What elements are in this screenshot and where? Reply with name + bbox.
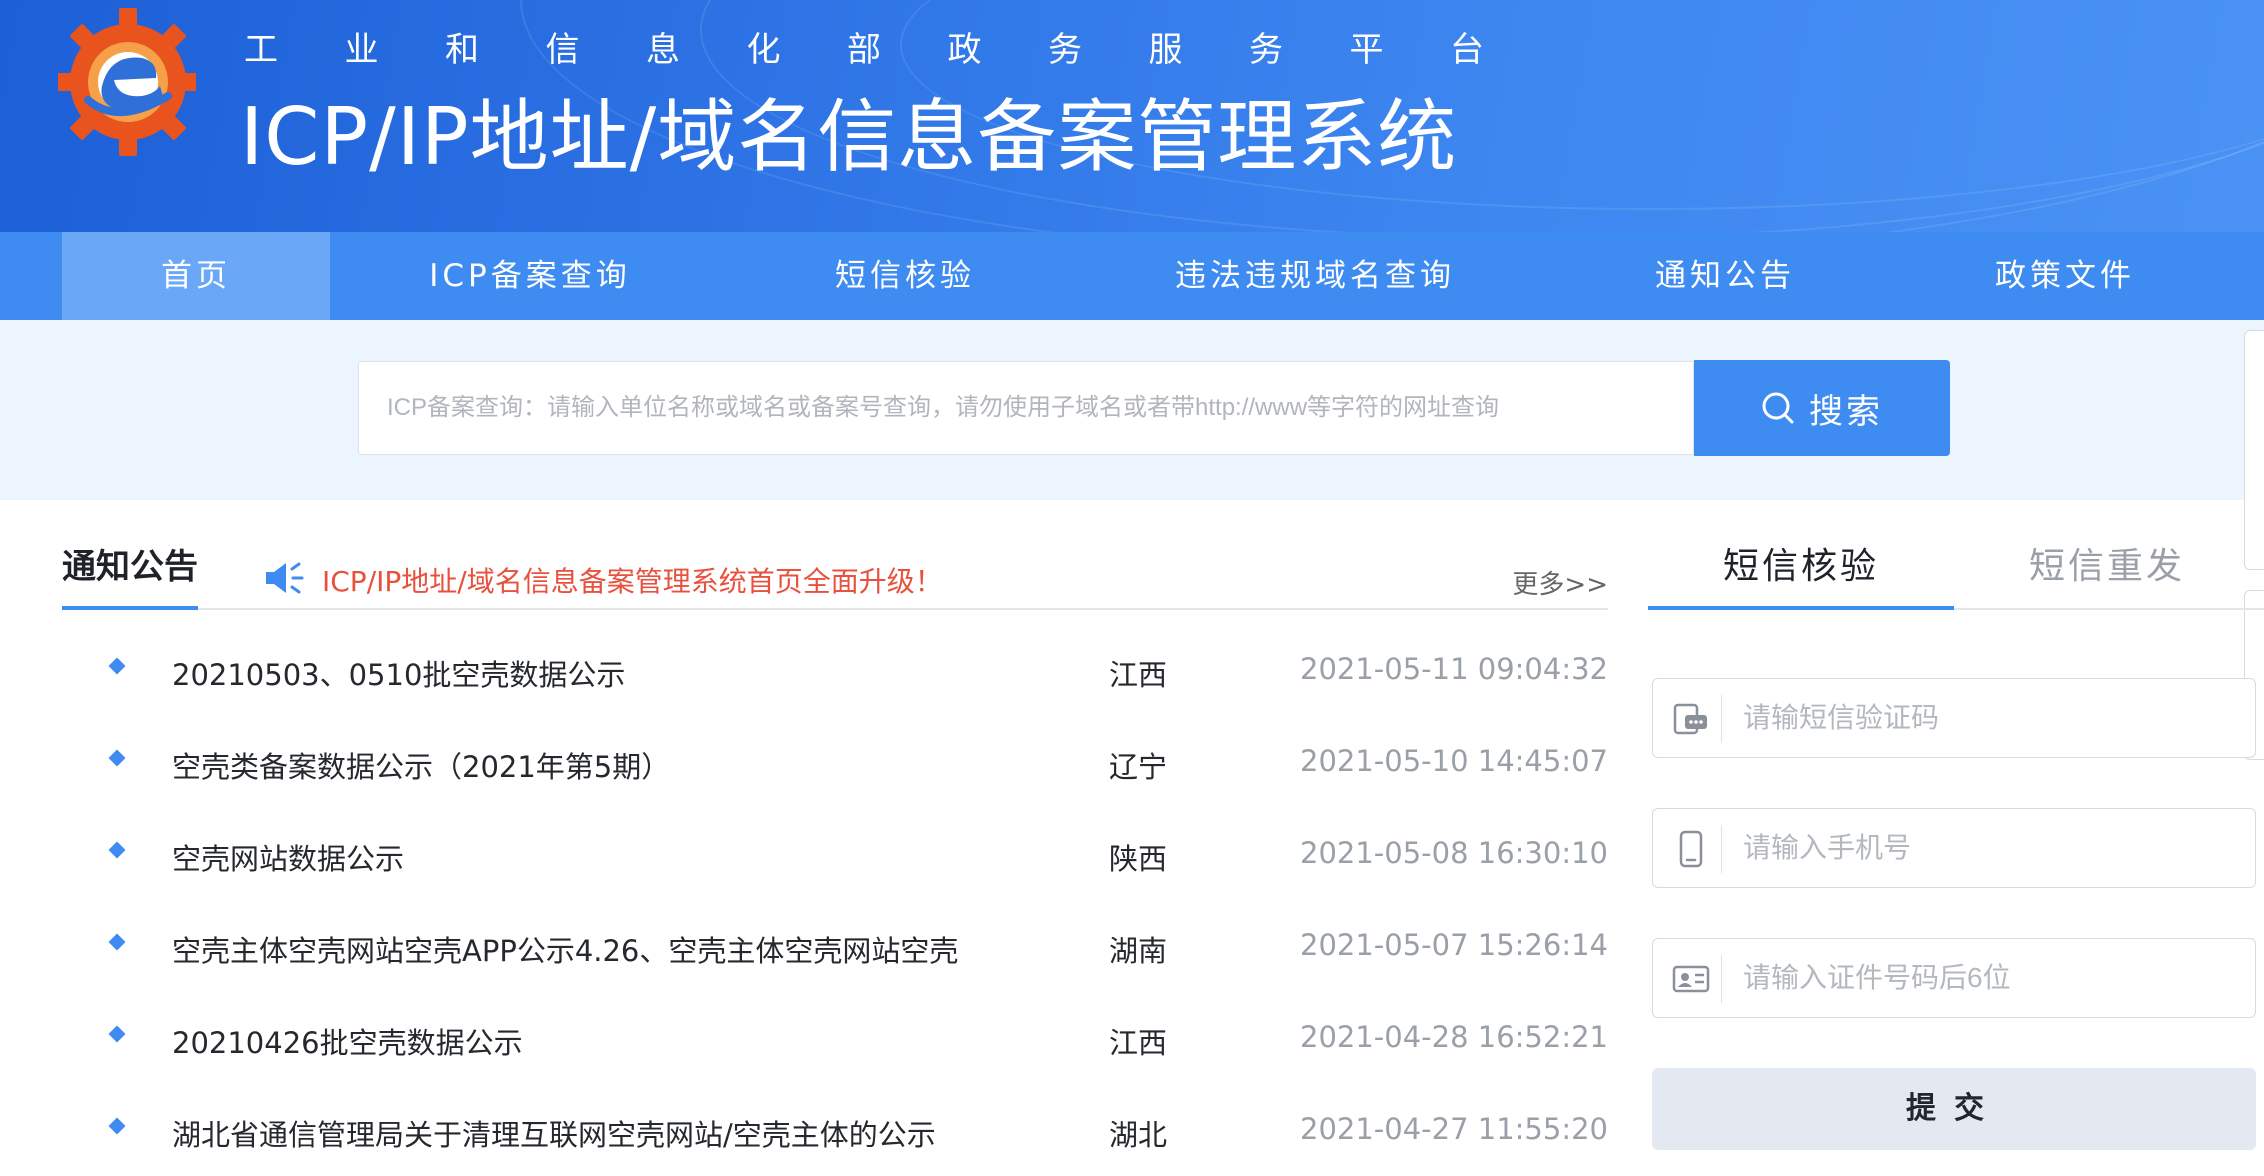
notice-row-province: 陕西 [1109, 842, 1168, 876]
submit-button[interactable]: 提交 [1652, 1068, 2256, 1150]
bullet-icon [108, 1025, 126, 1043]
notice-row-time: 2021-05-10 14:45:07 [1300, 744, 1608, 778]
nav-item-sms-verify[interactable]: 短信核验 [760, 232, 1050, 320]
id-card-icon [1672, 965, 1710, 993]
portal-name-char: 业 [344, 30, 379, 70]
sms-code-icon [1673, 703, 1707, 735]
field-divider [1721, 955, 1722, 1003]
portal-name: 工 业 和 信 息 化 部 政 务 服 务 平 台 [244, 22, 1484, 71]
portal-name-char: 和 [445, 30, 479, 70]
notice-header: 通知公告 ICP/IP地址/域名信息备案管理系统首页全面升级！ 更多>> [62, 540, 1608, 610]
notice-row[interactable]: 空壳主体空壳网站空壳APP公示4.26、空壳主体空壳网站空壳 湖南 2021-0… [62, 922, 1608, 992]
sms-code-field[interactable] [1652, 678, 2256, 758]
search-button[interactable]: 搜索 [1694, 360, 1950, 456]
portal-name-char: 息 [646, 30, 680, 70]
header-banner: 工 业 和 信 息 化 部 政 务 服 务 平 台 ICP/IP地址/域名信息备… [0, 0, 2264, 232]
notice-row-title[interactable]: 20210503、0510批空壳数据公示 [172, 652, 625, 694]
notice-row[interactable]: 空壳类备案数据公示（2021年第5期） 辽宁 2021-05-10 14:45:… [62, 738, 1608, 808]
mobile-phone-icon [1679, 830, 1703, 868]
speaker-icon [266, 562, 304, 594]
portal-name-char: 台 [1450, 30, 1484, 70]
notice-section-title[interactable]: 通知公告 [62, 540, 198, 610]
notice-row-title[interactable]: 空壳网站数据公示 [172, 836, 404, 878]
portal-name-char: 服 [1148, 30, 1183, 70]
notice-row[interactable]: 湖北省通信管理局关于清理互联网空壳网站/空壳主体的公示 湖北 2021-04-2… [62, 1106, 1608, 1176]
notice-row-time: 2021-04-27 11:55:20 [1300, 1112, 1608, 1146]
nav-item-icp-query[interactable]: ICP备案查询 [380, 232, 680, 320]
notice-row[interactable]: 20210503、0510批空壳数据公示 江西 2021-05-11 09:04… [62, 646, 1608, 716]
portal-name-char: 政 [947, 30, 982, 70]
nav-item-notices[interactable]: 通知公告 [1580, 232, 1870, 320]
side-floating-tab[interactable] [2244, 330, 2264, 570]
tab-sms-resend[interactable]: 短信重发 [1954, 540, 2260, 610]
main-nav: 首页 ICP备案查询 短信核验 违法违规域名查询 通知公告 政策文件 [0, 232, 2264, 320]
bullet-icon [108, 657, 126, 675]
portal-name-char: 平 [1349, 30, 1384, 70]
notice-row-province: 江西 [1109, 658, 1168, 692]
notice-row[interactable]: 空壳网站数据公示 陕西 2021-05-08 16:30:10 [62, 830, 1608, 900]
notice-row-title[interactable]: 20210426批空壳数据公示 [172, 1020, 523, 1062]
id-number-field[interactable] [1652, 938, 2256, 1018]
notice-row-province: 湖南 [1109, 934, 1168, 968]
portal-name-char: 工 [244, 30, 278, 70]
notice-row-time: 2021-04-28 16:52:21 [1300, 1020, 1608, 1054]
notice-row-province: 辽宁 [1109, 750, 1168, 784]
search-band: 搜索 [0, 320, 2264, 500]
notice-row-time: 2021-05-08 16:30:10 [1300, 836, 1608, 870]
field-divider [1721, 825, 1722, 873]
bullet-icon [108, 1117, 126, 1135]
notice-row-title[interactable]: 湖北省通信管理局关于清理互联网空壳网站/空壳主体的公示 [172, 1112, 936, 1154]
notice-row-time: 2021-05-07 15:26:14 [1300, 928, 1608, 962]
nav-item-policy-docs[interactable]: 政策文件 [1920, 232, 2210, 320]
system-title: ICP/IP地址/域名信息备案管理系统 [240, 91, 1458, 183]
more-link[interactable]: 更多>> [1512, 564, 1608, 601]
notice-row-province: 江西 [1109, 1026, 1168, 1060]
notice-ticker[interactable]: ICP/IP地址/域名信息备案管理系统首页全面升级！ [322, 560, 943, 600]
nav-item-illegal-domain-query[interactable]: 违法违规域名查询 [1130, 232, 1500, 320]
notice-row-title[interactable]: 空壳主体空壳网站空壳APP公示4.26、空壳主体空壳网站空壳 [172, 928, 958, 970]
search-icon [1762, 392, 1794, 424]
notice-row-title[interactable]: 空壳类备案数据公示（2021年第5期） [172, 744, 670, 786]
bullet-icon [108, 933, 126, 951]
field-divider [1721, 695, 1722, 743]
notice-row-time: 2021-05-11 09:04:32 [1300, 652, 1608, 686]
mobile-field[interactable] [1652, 808, 2256, 888]
sms-tabs: 短信核验 短信重发 [1648, 540, 2264, 610]
portal-name-char: 务 [1249, 30, 1283, 70]
portal-name-char: 务 [1048, 30, 1082, 70]
mobile-input[interactable] [1743, 809, 2243, 887]
search-button-label: 搜索 [1809, 391, 1883, 432]
notice-row-province: 湖北 [1109, 1118, 1168, 1152]
notice-row[interactable]: 20210426批空壳数据公示 江西 2021-04-28 16:52:21 [62, 1014, 1608, 1084]
tab-sms-verify[interactable]: 短信核验 [1648, 540, 1954, 610]
portal-name-char: 部 [847, 30, 881, 70]
id-number-input[interactable] [1743, 939, 2243, 1017]
portal-name-char: 化 [746, 30, 781, 70]
sms-code-input[interactable] [1743, 679, 2243, 757]
bullet-icon [108, 841, 126, 859]
nav-item-home[interactable]: 首页 [62, 232, 330, 320]
portal-name-char: 信 [545, 30, 580, 70]
icp-search-input[interactable] [358, 361, 1694, 455]
miit-gear-logo-icon[interactable] [58, 8, 196, 156]
bullet-icon [108, 749, 126, 767]
